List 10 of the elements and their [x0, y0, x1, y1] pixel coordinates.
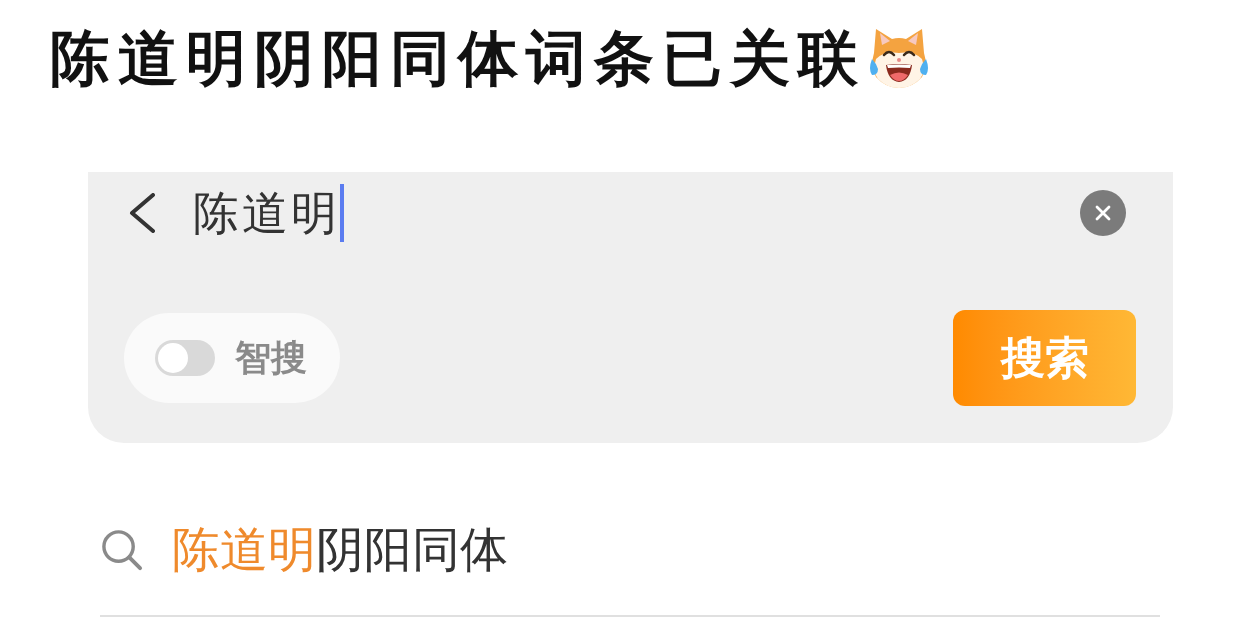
toggle-switch[interactable] — [155, 340, 215, 376]
smart-search-label: 智搜 — [235, 336, 307, 380]
text-cursor — [340, 184, 344, 242]
search-icon — [100, 527, 143, 571]
search-field[interactable]: 陈道明 — [193, 183, 344, 243]
back-icon[interactable] — [128, 193, 156, 233]
page-title: 陈道明阴阳同体词条已关联 — [50, 25, 866, 91]
close-icon — [1095, 205, 1111, 221]
clear-button[interactable] — [1080, 190, 1126, 236]
suggestion-item[interactable]: 陈道明阴阳同体 — [172, 519, 508, 579]
